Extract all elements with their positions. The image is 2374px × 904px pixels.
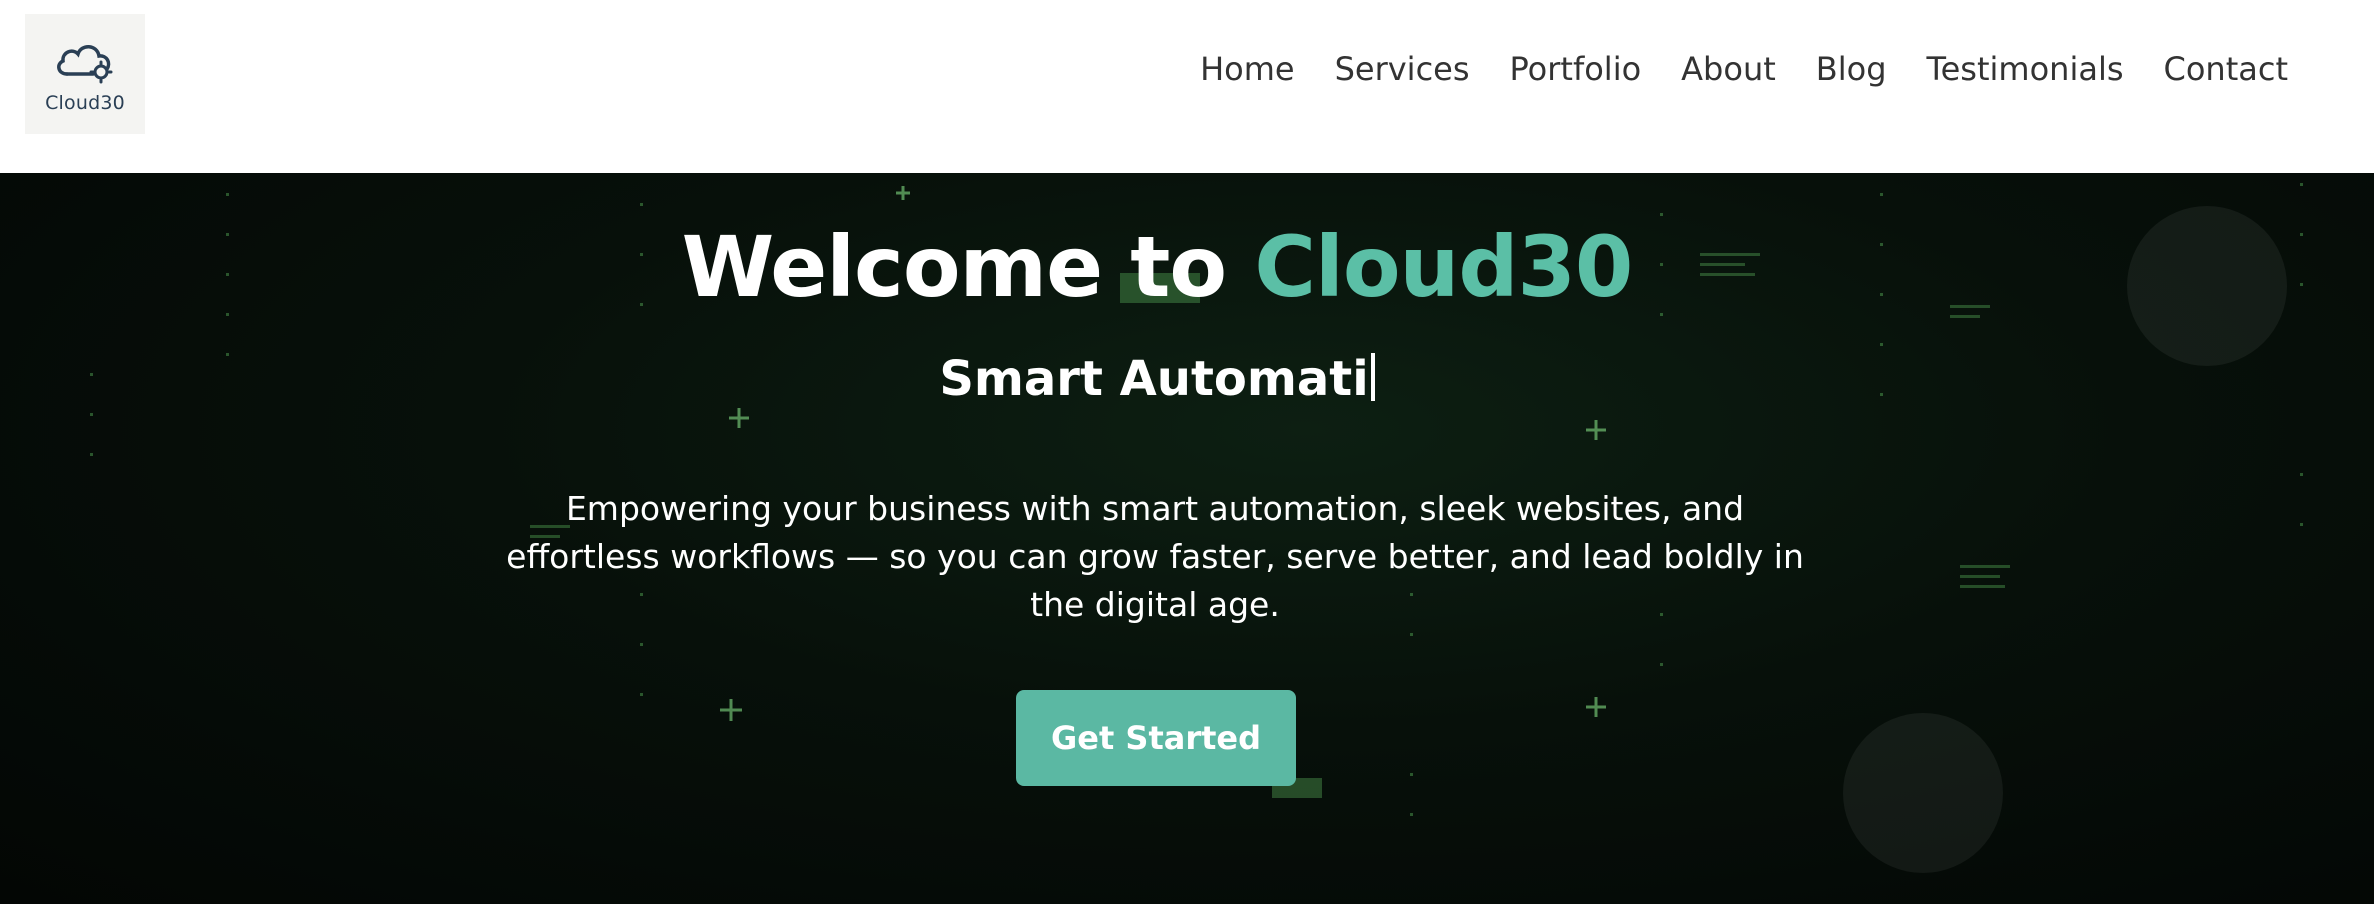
hero-description: Empowering your business with smart auto…: [506, 489, 1804, 624]
nav-item-testimonials[interactable]: Testimonials: [1927, 50, 2124, 88]
nav-item-home[interactable]: Home: [1200, 50, 1295, 88]
hero-title: Welcome to Cloud30: [0, 218, 2314, 316]
main-nav: Home Services Portfolio About Blog Testi…: [1200, 50, 2288, 88]
nav-item-blog[interactable]: Blog: [1816, 50, 1887, 88]
hero-subtitle: Smart Automati: [0, 351, 2314, 407]
typing-caret: [1370, 353, 1375, 401]
nav-item-services[interactable]: Services: [1335, 50, 1470, 88]
hero-title-prefix: Welcome to: [681, 218, 1228, 316]
decor-circle: [1843, 713, 2003, 873]
typed-text: Smart Automati: [939, 351, 1369, 407]
logo[interactable]: Cloud30: [25, 14, 145, 134]
logo-text: Cloud30: [45, 92, 125, 114]
hero-title-accent: Cloud30: [1254, 218, 1633, 316]
nav-item-portfolio[interactable]: Portfolio: [1510, 50, 1642, 88]
site-header: Cloud30 Home Services Portfolio About Bl…: [0, 0, 2374, 173]
nav-item-about[interactable]: About: [1681, 50, 1776, 88]
nav-item-contact[interactable]: Contact: [2164, 50, 2289, 88]
get-started-button[interactable]: Get Started: [1016, 690, 1296, 786]
cloud-gear-icon: [57, 45, 113, 84]
hero-section: Welcome to Cloud30 Smart Automati Empowe…: [0, 173, 2374, 904]
